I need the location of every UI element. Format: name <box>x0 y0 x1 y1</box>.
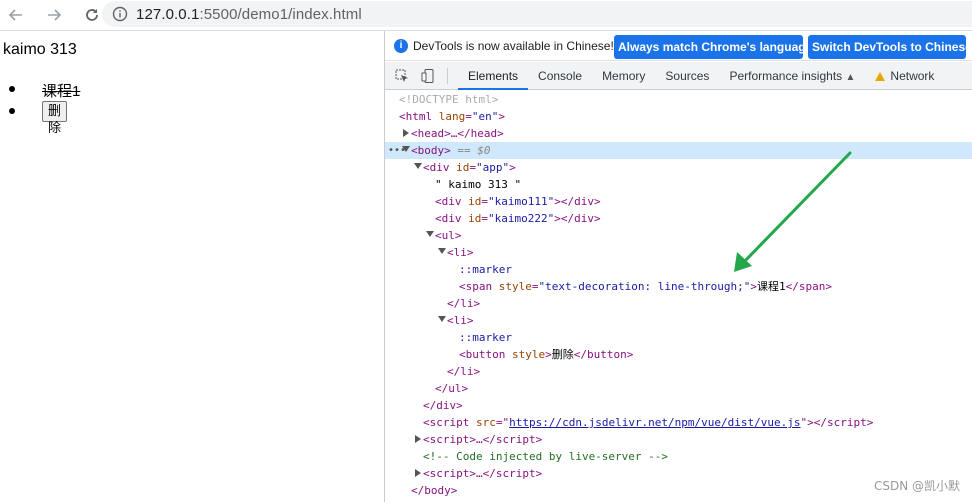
annotation-arrow-icon <box>734 151 852 272</box>
watermark: CSDN @凯小默 <box>873 479 960 493</box>
